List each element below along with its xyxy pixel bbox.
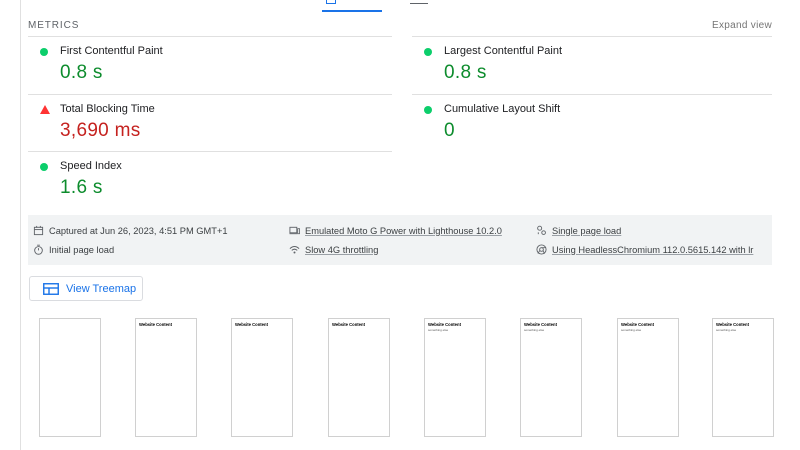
view-treemap-label: View Treemap bbox=[66, 282, 137, 295]
initial-load-item: Initial page load bbox=[33, 244, 114, 255]
fail-indicator-icon bbox=[40, 105, 50, 114]
pass-indicator-icon bbox=[424, 106, 432, 114]
device-icon bbox=[289, 226, 300, 235]
frame-subtitle: something else bbox=[716, 328, 737, 332]
page-load-link[interactable]: Single page load bbox=[552, 226, 621, 236]
metric-largest-contentful-paint: Largest Contentful Paint 0.8 s bbox=[412, 36, 772, 94]
frame-title: Website Content bbox=[332, 322, 365, 327]
throttling-link[interactable]: Slow 4G throttling bbox=[305, 245, 378, 255]
frame-title: Website Content bbox=[235, 322, 268, 327]
frame-subtitle: something else bbox=[428, 328, 449, 332]
metric-label: Speed Index bbox=[60, 160, 122, 172]
throttling-item[interactable]: Slow 4G throttling bbox=[289, 244, 378, 255]
metric-divider bbox=[412, 36, 772, 37]
active-tab-indicator bbox=[322, 10, 382, 12]
runtime-settings-panel: Captured at Jun 26, 2023, 4:51 PM GMT+1 … bbox=[28, 215, 772, 265]
metric-label: Largest Contentful Paint bbox=[444, 45, 563, 57]
filmstrip-frame bbox=[39, 318, 101, 437]
metric-value: 0.8 s bbox=[60, 62, 103, 83]
filmstrip-frame: Website Content something else bbox=[424, 318, 486, 437]
filmstrip-frame: Website Content bbox=[328, 318, 390, 437]
metric-label: Cumulative Layout Shift bbox=[444, 103, 561, 115]
metric-label: Total Blocking Time bbox=[60, 103, 155, 115]
frame-title: Website Content bbox=[716, 322, 749, 327]
metric-divider bbox=[28, 151, 392, 152]
frame-title: Website Content bbox=[428, 322, 461, 327]
pass-indicator-icon bbox=[424, 48, 432, 56]
filmstrip-frame: Website Content bbox=[231, 318, 293, 437]
stopwatch-icon bbox=[34, 244, 43, 255]
pass-indicator-icon bbox=[40, 48, 48, 56]
initial-load-text: Initial page load bbox=[49, 244, 115, 255]
metric-divider bbox=[412, 94, 772, 95]
page-load-item[interactable]: Single page load bbox=[536, 225, 621, 236]
metrics-header: METRICS Expand view bbox=[28, 15, 772, 35]
metric-speed-index: Speed Index 1.6 s bbox=[28, 151, 392, 209]
filmstrip-frame: Website Content bbox=[135, 318, 197, 437]
metric-total-blocking-time: Total Blocking Time 3,690 ms bbox=[28, 94, 392, 152]
tab-strip bbox=[0, 0, 800, 14]
metric-label: First Contentful Paint bbox=[60, 45, 163, 57]
page-load-icon bbox=[537, 225, 546, 235]
left-border bbox=[20, 0, 21, 450]
frame-title: Website Content bbox=[139, 322, 172, 327]
metric-divider bbox=[28, 94, 392, 95]
metric-value: 0.8 s bbox=[444, 62, 487, 83]
network-icon bbox=[289, 246, 300, 254]
frame-subtitle: something else bbox=[621, 328, 642, 332]
chromium-icon bbox=[536, 244, 547, 255]
device-link[interactable]: Emulated Moto G Power with Lighthouse 10… bbox=[305, 226, 502, 236]
desktop-tab-icon[interactable] bbox=[410, 0, 428, 4]
frame-subtitle: something else bbox=[524, 328, 545, 332]
metric-value: 1.6 s bbox=[60, 177, 103, 198]
expand-view-button[interactable]: Expand view bbox=[712, 20, 772, 31]
pass-indicator-icon bbox=[40, 163, 48, 171]
metric-value: 0 bbox=[444, 120, 455, 141]
device-item[interactable]: Emulated Moto G Power with Lighthouse 10… bbox=[289, 225, 502, 236]
metrics-title: METRICS bbox=[28, 19, 80, 31]
metric-first-contentful-paint: First Contentful Paint 0.8 s bbox=[28, 36, 392, 94]
calendar-icon bbox=[33, 225, 44, 236]
browser-item[interactable]: Using HeadlessChromium 112.0.5615.142 wi… bbox=[536, 244, 753, 255]
browser-link[interactable]: Using HeadlessChromium 112.0.5615.142 wi… bbox=[552, 245, 753, 255]
captured-time-item: Captured at Jun 26, 2023, 4:51 PM GMT+1 bbox=[33, 225, 228, 236]
treemap-icon bbox=[43, 282, 59, 295]
frame-title: Website Content bbox=[524, 322, 557, 327]
metric-cumulative-layout-shift: Cumulative Layout Shift 0 bbox=[412, 94, 772, 152]
view-treemap-button[interactable]: View Treemap bbox=[29, 276, 143, 301]
metric-divider bbox=[28, 36, 392, 37]
filmstrip-frame: Website Content something else bbox=[520, 318, 582, 437]
captured-time-text: Captured at Jun 26, 2023, 4:51 PM GMT+1 bbox=[49, 225, 228, 236]
filmstrip-frame: Website Content something else bbox=[712, 318, 774, 437]
frame-title: Website Content bbox=[621, 322, 654, 327]
mobile-tab-icon[interactable] bbox=[326, 0, 336, 4]
metric-value: 3,690 ms bbox=[60, 120, 141, 141]
filmstrip-frame: Website Content something else bbox=[617, 318, 679, 437]
